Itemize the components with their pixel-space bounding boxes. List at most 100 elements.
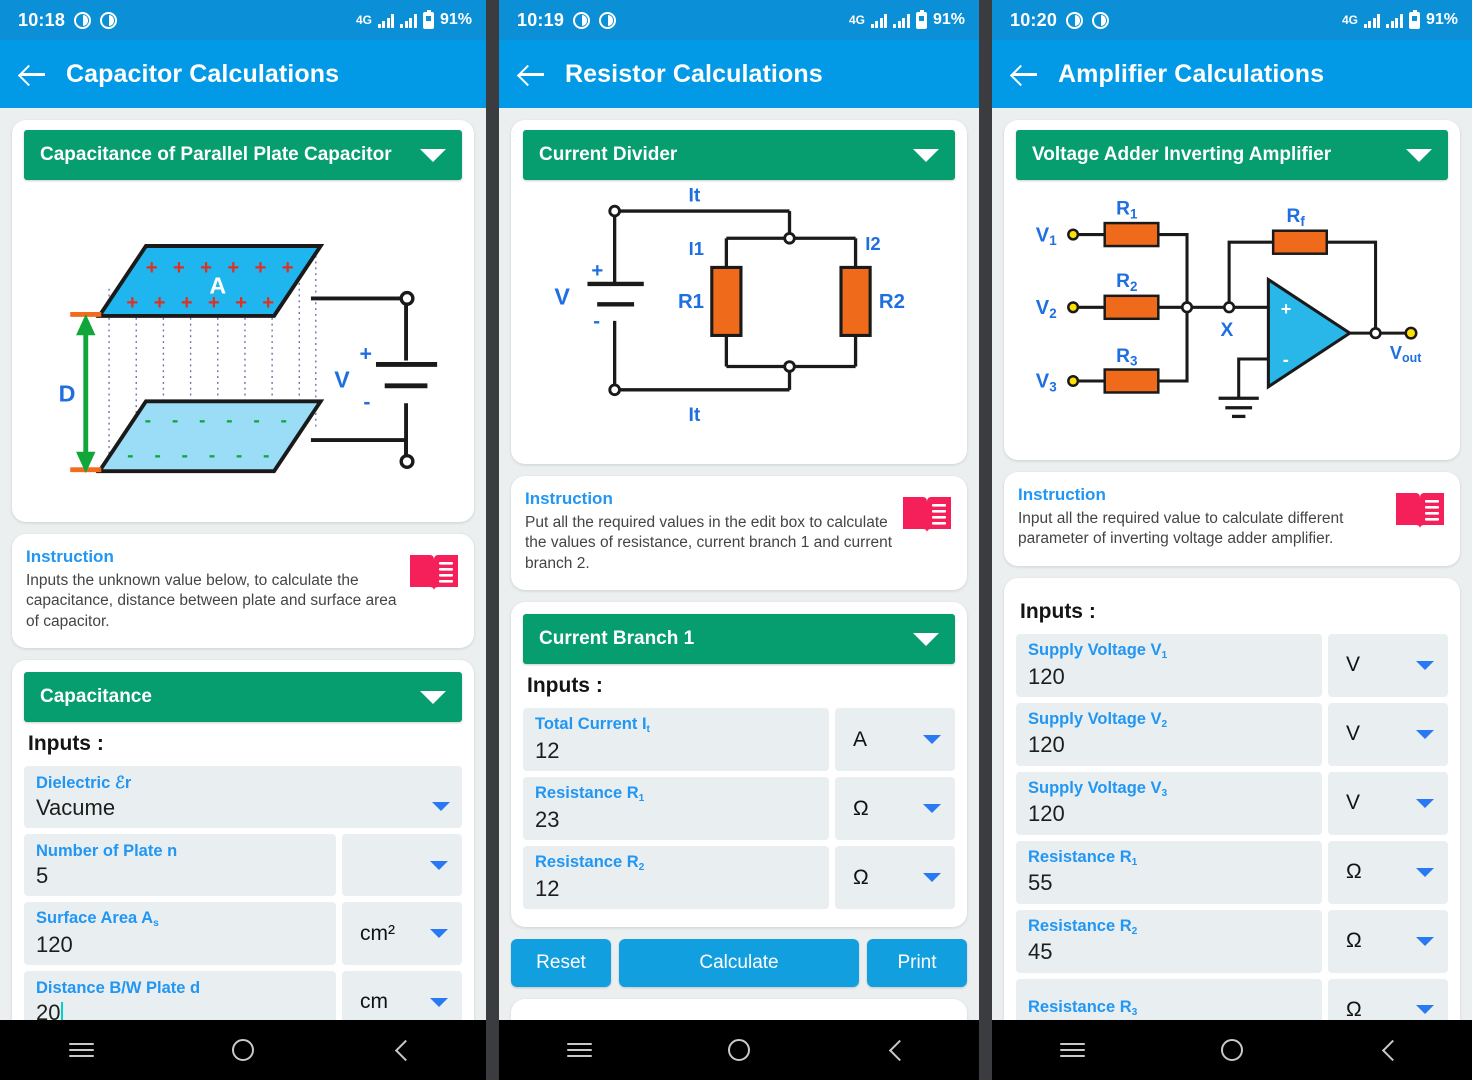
plate-count-unit-select[interactable] (342, 834, 462, 897)
back-arrow-icon[interactable] (1010, 59, 1040, 89)
back-icon[interactable] (876, 1033, 922, 1067)
field-row-total-current: Total Current It 12 A (523, 708, 955, 772)
plate-count-value: 5 (36, 862, 49, 888)
total-current-field[interactable]: Total Current It 12 (523, 708, 829, 772)
back-arrow-icon[interactable] (18, 59, 48, 89)
field-row-dielectric: Dielectric ℰr Vacume (24, 766, 462, 829)
app-bar: Amplifier Calculations (992, 40, 1472, 108)
chevron-down-icon (1416, 798, 1434, 808)
status-bar-left: 10:20 (1010, 9, 1110, 31)
resistance-1-label: Resistance R1 (1028, 848, 1310, 869)
total-current-label: Total Current It (535, 715, 817, 736)
chevron-down-icon (913, 148, 939, 162)
resistance-1-field[interactable]: Resistance R1 55 (1016, 840, 1322, 904)
resistance-1-value: 55 (1028, 870, 1053, 896)
notification-icon-2 (100, 11, 118, 29)
screen-divider-1 (486, 0, 499, 1080)
calculation-type-label: Capacitance of Parallel Plate Capacitor (40, 144, 392, 165)
mode-select[interactable]: Current Branch 1 (523, 614, 955, 665)
menu-icon[interactable] (556, 1033, 602, 1067)
total-current-value: 12 (535, 737, 560, 763)
resistance-1-unit-select[interactable]: Ω (835, 777, 955, 841)
resistance-2-unit-select[interactable]: Ω (835, 846, 955, 910)
supply-voltage-2-unit-select[interactable]: V (1328, 702, 1448, 766)
status-time: 10:20 (1010, 9, 1058, 30)
network-type-label: 4G (1341, 13, 1358, 27)
print-button[interactable]: Print (867, 939, 967, 988)
back-arrow-icon[interactable] (517, 59, 547, 89)
book-icon[interactable] (408, 551, 460, 600)
supply-voltage-3-field[interactable]: Supply Voltage V3 120 (1016, 771, 1322, 835)
mode-label: Current Branch 1 (539, 628, 695, 650)
supply-voltage-1-unit-select[interactable]: V (1328, 633, 1448, 697)
plate-count-field[interactable]: Number of Plate n 5 (24, 834, 336, 897)
diagram-label-opamp-minus: - (1283, 350, 1289, 370)
resistance-3-label-sub: 3 (1131, 1006, 1138, 1018)
diagram-label-i2: I2 (865, 233, 880, 254)
resistance-3-unit-select[interactable]: Ω (1328, 978, 1448, 1020)
menu-icon[interactable] (1049, 1033, 1095, 1067)
home-icon[interactable] (716, 1033, 762, 1067)
three-screenshot-strip: 10:18 4G 91% Capacitor Calculations Capa… (0, 0, 1472, 1080)
scroll-content: Current Divider + - V It It I1 I2 R1 R2 … (499, 108, 979, 1020)
calculation-type-label: Current Divider (539, 144, 678, 165)
inputs-heading: Inputs : (1020, 599, 1096, 623)
screen-resistor-calculations: 10:19 4G 91% Resistor Calculations Curre… (499, 0, 979, 1080)
chevron-down-icon (913, 632, 939, 646)
calculation-type-select[interactable]: Current Divider (523, 130, 955, 180)
chevron-down-icon[interactable] (432, 801, 450, 811)
scroll-content: Voltage Adder Inverting Amplifier + - V1… (992, 108, 1472, 1020)
diagram-label-v1: V1 (1036, 224, 1057, 248)
supply-voltage-2-value: 120 (1028, 732, 1065, 758)
status-bar: 10:18 4G 91% (0, 0, 486, 40)
resistance-2-unit-select[interactable]: Ω (1328, 909, 1448, 973)
plate-distance-unit-value: cm (360, 990, 388, 1014)
status-bar-right: 4G 91% (849, 9, 965, 29)
resistance-1-unit-select[interactable]: Ω (1328, 840, 1448, 904)
system-nav-bar (499, 1020, 979, 1080)
calculation-type-select[interactable]: Voltage Adder Inverting Amplifier (1016, 130, 1448, 180)
notification-icon-2 (1092, 11, 1110, 29)
instruction-card: Instruction Inputs the unknown value bel… (12, 534, 474, 649)
calculation-type-select[interactable]: Capacitance of Parallel Plate Capacitor (24, 130, 462, 180)
plate-distance-field[interactable]: Distance B/W Plate d 20 (24, 971, 336, 1020)
resistance-3-field[interactable]: Resistance R3 (1016, 978, 1322, 1020)
svg-text:-: - (127, 444, 133, 466)
home-icon[interactable] (1209, 1033, 1255, 1067)
dielectric-field[interactable]: Dielectric ℰr Vacume (24, 766, 462, 829)
diagram-card: Current Divider + - V It It I1 I2 R1 R2 (511, 120, 967, 464)
field-row-resistance-2: Resistance R2 12 Ω (523, 846, 955, 910)
system-nav-bar (992, 1020, 1472, 1080)
diagram-label-r2: R2 (879, 291, 905, 313)
resistance-2-field[interactable]: Resistance R2 45 (1016, 909, 1322, 973)
home-icon[interactable] (220, 1033, 266, 1067)
surface-area-field[interactable]: Surface Area As 120 (24, 902, 336, 966)
resistance-2-field[interactable]: Resistance R2 12 (523, 846, 829, 910)
chevron-down-icon (923, 873, 941, 883)
book-icon[interactable] (1394, 489, 1446, 538)
svg-text:+: + (235, 292, 247, 314)
notification-icon-1 (1066, 11, 1084, 29)
chevron-down-icon (1416, 729, 1434, 739)
reset-button[interactable]: Reset (511, 939, 611, 988)
diagram-label-r1: R1 (1116, 198, 1138, 221)
supply-voltage-3-label: Supply Voltage V3 (1028, 779, 1310, 800)
chevron-down-icon (1416, 936, 1434, 946)
total-current-unit-select[interactable]: A (835, 708, 955, 772)
status-bar-right: 4G 91% (356, 9, 472, 29)
mode-select[interactable]: Capacitance (24, 672, 462, 723)
signal-bars-icon-1 (1363, 13, 1381, 28)
supply-voltage-2-field[interactable]: Supply Voltage V2 120 (1016, 702, 1322, 766)
chevron-down-icon (1416, 660, 1434, 670)
menu-icon[interactable] (58, 1033, 104, 1067)
plate-distance-unit-select[interactable]: cm (342, 971, 462, 1020)
field-row-plate-distance: Distance B/W Plate d 20 cm (24, 971, 462, 1020)
surface-area-unit-select[interactable]: cm² (342, 902, 462, 966)
calculate-button[interactable]: Calculate (619, 939, 859, 988)
supply-voltage-1-field[interactable]: Supply Voltage V1 120 (1016, 633, 1322, 697)
back-icon[interactable] (1369, 1033, 1415, 1067)
resistance-1-field[interactable]: Resistance R1 23 (523, 777, 829, 841)
back-icon[interactable] (382, 1033, 428, 1067)
book-icon[interactable] (901, 493, 953, 542)
supply-voltage-3-unit-select[interactable]: V (1328, 771, 1448, 835)
